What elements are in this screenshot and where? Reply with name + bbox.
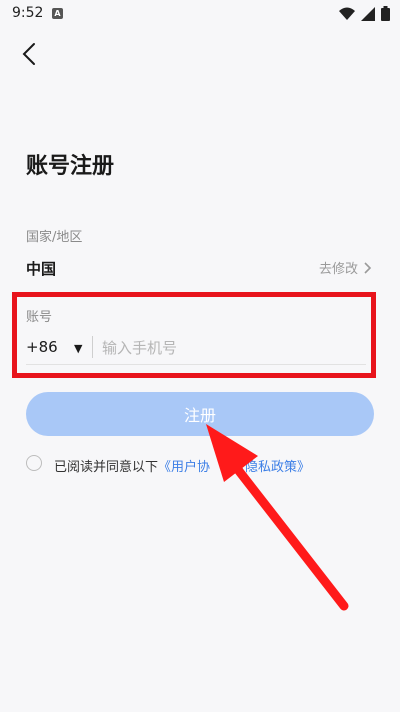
status-time: 9:52 [12, 5, 44, 21]
region-label: 国家/地区 [26, 230, 83, 245]
chevron-left-icon [22, 43, 35, 65]
agreement-text: 已阅读并同意以下《用户协 《隐私政策》 [54, 456, 310, 475]
back-button[interactable] [16, 40, 44, 68]
region-edit-link[interactable]: 去修改 [319, 258, 372, 277]
user-agreement-link[interactable]: 《用户协 [158, 460, 210, 475]
notification-icon: A [52, 8, 63, 19]
signal-icon [361, 6, 375, 21]
region-value: 中国 [26, 260, 57, 278]
wifi-icon [339, 7, 355, 20]
region-edit-label: 去修改 [318, 262, 358, 277]
agreement-radio[interactable] [26, 455, 42, 471]
highlight-box [12, 292, 376, 378]
page-title: 账号注册 [26, 154, 115, 179]
status-icons [339, 6, 390, 21]
register-button[interactable]: 注册 [26, 392, 374, 436]
battery-icon [381, 6, 390, 21]
chevron-right-icon [364, 261, 372, 274]
register-button-label: 注册 [183, 406, 216, 425]
status-bar: 9:52 A [0, 0, 400, 28]
privacy-policy-link[interactable]: 《隐私政策》 [232, 460, 310, 475]
agreement-prefix: 已阅读并同意以下 [54, 460, 159, 475]
